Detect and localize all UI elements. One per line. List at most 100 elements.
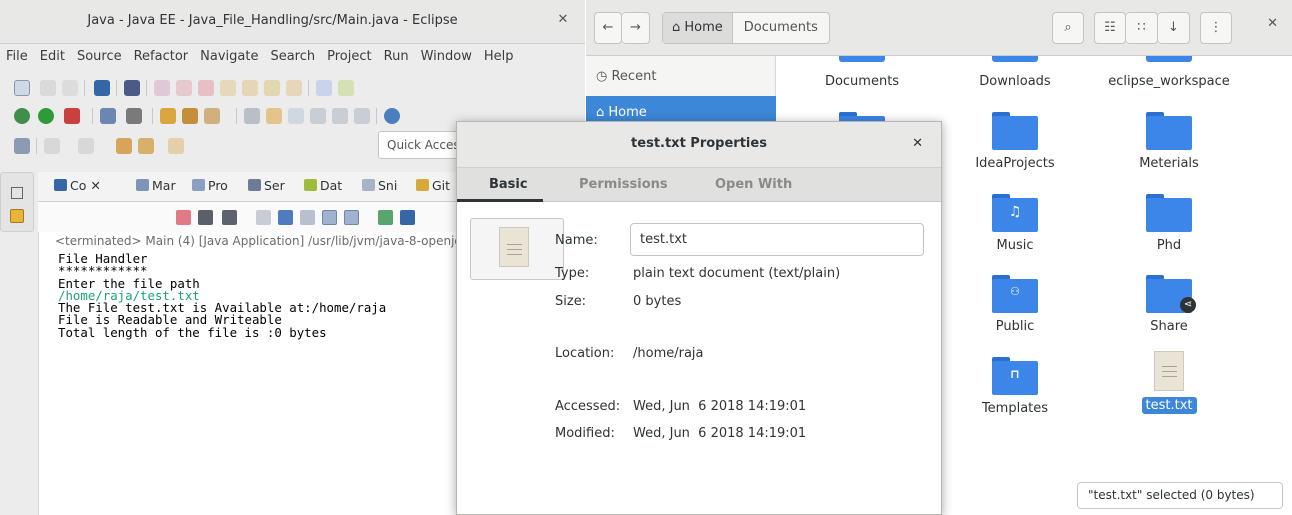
show-on-stderr-icon[interactable] — [344, 210, 359, 225]
menu-source[interactable]: Source — [71, 44, 128, 64]
forward-button[interactable]: → — [622, 12, 650, 44]
sort-button[interactable]: ↓ — [1158, 12, 1190, 44]
scroll-lock-icon[interactable] — [278, 210, 293, 225]
last-edit-icon[interactable] — [288, 108, 304, 124]
menu-navigate[interactable]: Navigate — [194, 44, 264, 64]
show-on-stdout-icon[interactable] — [322, 210, 337, 225]
step-into-icon[interactable] — [242, 80, 258, 96]
resume-icon[interactable] — [154, 80, 170, 96]
annotate-icon[interactable] — [266, 108, 282, 124]
layout-icon-3[interactable] — [354, 108, 370, 124]
pin-icon[interactable] — [244, 108, 260, 124]
drop-to-frame-icon[interactable] — [316, 80, 332, 96]
eclipse-close-icon[interactable]: ✕ — [553, 10, 573, 30]
restore-icon[interactable] — [11, 187, 23, 199]
open-type-icon[interactable] — [160, 108, 176, 124]
terminal-icon[interactable] — [94, 80, 110, 96]
tab-servers[interactable]: Ser — [248, 178, 285, 193]
new-class-icon[interactable] — [126, 108, 142, 124]
files-close-icon[interactable]: ✕ — [1267, 16, 1278, 31]
remove-all-launches-icon[interactable] — [222, 210, 237, 225]
file-item-meterials[interactable]: Meterials — [1094, 112, 1244, 171]
name-field[interactable]: test.txt — [630, 223, 924, 256]
menu-search[interactable]: Search — [264, 44, 321, 64]
eclipse-window-title: Java - Java EE - Java_File_Handling/src/… — [87, 13, 458, 28]
menu-edit[interactable]: Edit — [34, 44, 71, 64]
disconnect-icon[interactable] — [220, 80, 236, 96]
new-server-icon[interactable] — [100, 108, 116, 124]
back-arrow-icon[interactable] — [138, 138, 154, 154]
tab-console[interactable]: Co ✕ — [54, 178, 101, 193]
back-icon[interactable] — [116, 138, 132, 154]
breadcrumb-documents[interactable]: Documents — [733, 13, 829, 43]
file-item-share[interactable]: ⋖ Share — [1094, 275, 1244, 334]
file-item-downloads[interactable]: Downloads — [940, 74, 1090, 89]
pin-console-icon[interactable] — [378, 210, 393, 225]
new-icon[interactable] — [14, 80, 30, 96]
file-thumbnail[interactable] — [470, 218, 564, 280]
menu-file[interactable]: File — [0, 44, 34, 64]
menu-refactor[interactable]: Refactor — [128, 44, 195, 64]
menu-run[interactable]: Run — [378, 44, 415, 64]
file-item-test-txt[interactable]: test.txt — [1094, 351, 1244, 414]
list-view-button[interactable]: ☷ — [1094, 12, 1126, 44]
dialog-close-icon[interactable]: ✕ — [912, 136, 923, 151]
run-icon[interactable] — [38, 108, 54, 124]
grid-view-button[interactable]: ∷ — [1126, 12, 1158, 44]
terminate-console-icon[interactable] — [176, 210, 191, 225]
tab-markers[interactable]: Mar — [136, 178, 176, 193]
terminate-icon[interactable] — [198, 80, 214, 96]
search-button[interactable]: ⌕ — [1052, 12, 1084, 44]
tab-snippets[interactable]: Sni — [362, 178, 397, 193]
search-tool-icon[interactable] — [204, 108, 220, 124]
perspective-icon[interactable] — [14, 138, 30, 154]
file-item-public[interactable]: ⚇ Public — [940, 275, 1090, 334]
layout-icon-2[interactable] — [332, 108, 348, 124]
skip-breakpoints-icon[interactable] — [124, 80, 140, 96]
step-over-icon[interactable] — [264, 80, 280, 96]
save-icon[interactable] — [40, 80, 56, 96]
tab-git[interactable]: Git — [416, 178, 450, 193]
file-item-documents[interactable]: Documents — [787, 74, 937, 89]
menu-help[interactable]: Help — [478, 44, 520, 64]
tab-snippets-label: Sni — [378, 178, 398, 193]
save-all-icon[interactable] — [62, 80, 78, 96]
tab-properties[interactable]: Pro — [192, 178, 228, 193]
tab-open-with[interactable]: Open With — [715, 177, 792, 192]
prev-annotation-icon[interactable] — [78, 138, 94, 154]
remove-launch-icon[interactable] — [198, 210, 213, 225]
file-item-ideaprojects[interactable]: IdeaProjects — [940, 112, 1090, 171]
forward-arrow-icon[interactable] — [168, 138, 184, 154]
back-button[interactable]: ← — [594, 12, 622, 44]
breadcrumb-home[interactable]: ⌂ Home — [663, 13, 733, 43]
servers-icon — [248, 179, 261, 191]
external-tools-icon[interactable] — [64, 108, 80, 124]
close-icon[interactable]: ✕ — [90, 178, 100, 193]
open-task-icon[interactable] — [182, 108, 198, 124]
clear-console-icon[interactable] — [256, 210, 271, 225]
tab-data-source[interactable]: Dat — [304, 178, 342, 193]
tab-permissions[interactable]: Permissions — [579, 177, 668, 192]
file-item-phd[interactable]: Phd — [1094, 194, 1244, 253]
layout-icon-1[interactable] — [310, 108, 326, 124]
sidebar-item-recent[interactable]: ◷ Recent — [586, 60, 776, 96]
web-browser-icon[interactable] — [384, 108, 400, 124]
next-annotation-icon[interactable] — [44, 138, 60, 154]
package-explorer-icon[interactable] — [10, 209, 24, 223]
menu-window[interactable]: Window — [415, 44, 478, 64]
menu-project[interactable]: Project — [321, 44, 377, 64]
file-item-eclipse-workspace[interactable]: eclipse_workspace — [1094, 74, 1244, 89]
more-icon: ⋮ — [1209, 20, 1223, 35]
use-step-filters-icon[interactable] — [338, 80, 354, 96]
file-item-music[interactable]: ♫ Music — [940, 194, 1090, 253]
shared-folder-icon: ⋖ — [1146, 275, 1196, 313]
open-console-icon[interactable] — [400, 210, 415, 225]
word-wrap-icon[interactable] — [300, 210, 315, 225]
menu-button[interactable]: ⋮ — [1200, 12, 1232, 44]
debug-icon[interactable] — [14, 108, 30, 124]
quick-access-field[interactable]: Quick Access — [378, 131, 458, 159]
step-return-icon[interactable] — [286, 80, 302, 96]
file-item-templates[interactable]: ⊓ Templates — [940, 357, 1090, 416]
tab-basic[interactable]: Basic — [489, 177, 528, 192]
suspend-icon[interactable] — [176, 80, 192, 96]
